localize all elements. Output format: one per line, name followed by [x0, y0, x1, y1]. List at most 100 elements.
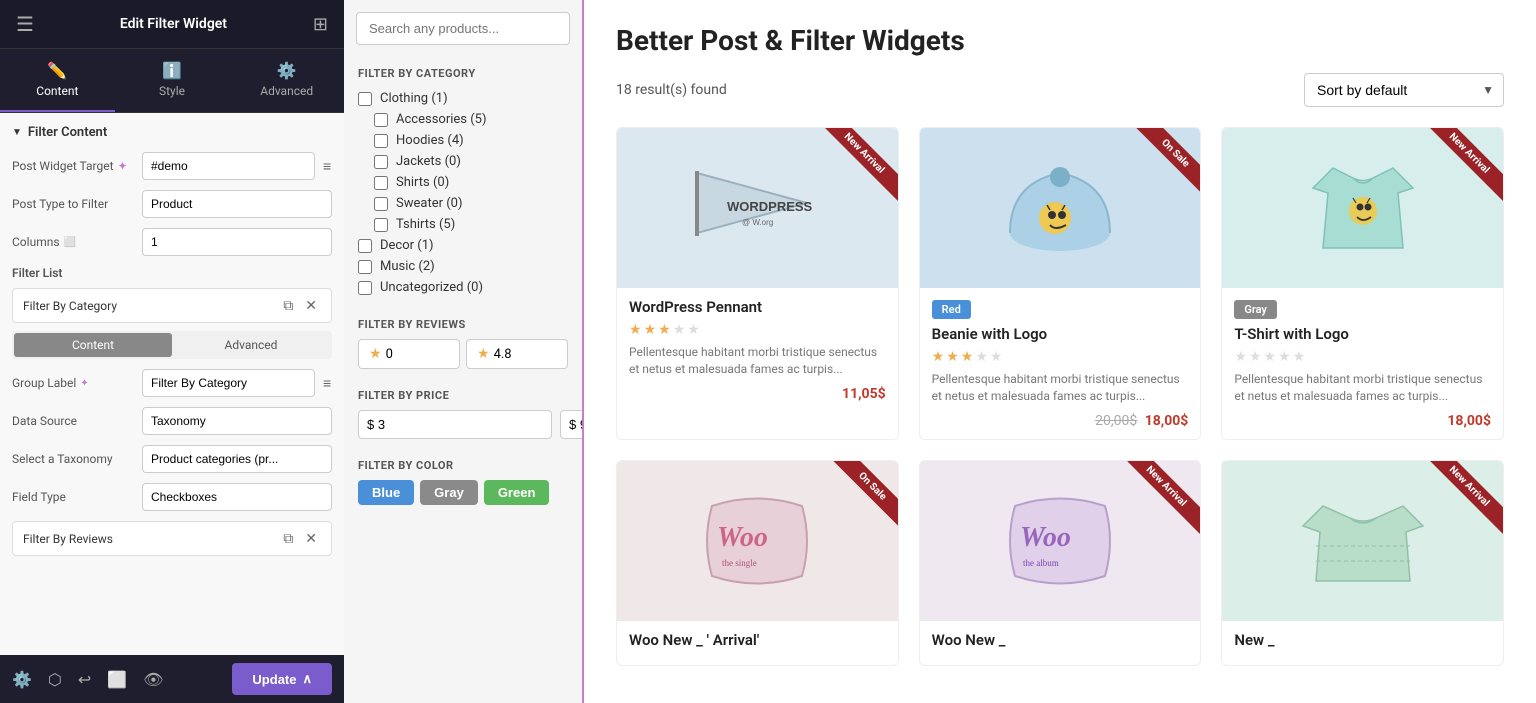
field-type-select[interactable]: Checkboxes	[142, 483, 332, 511]
tab-content[interactable]: ✏️ Content	[0, 49, 115, 112]
post-widget-target-control: ≡	[142, 152, 335, 180]
group-label-input[interactable]	[142, 369, 315, 397]
tab-advanced[interactable]: ⚙️ Advanced	[229, 49, 344, 112]
page-title: Better Post & Filter Widgets	[616, 24, 1504, 57]
product-stars-1: ★ ★ ★ ★ ★	[932, 349, 1189, 365]
sub-tab-content[interactable]: Content	[14, 333, 172, 357]
sort-select-wrapper: Sort by default Sort by price Sort by na…	[1304, 73, 1504, 107]
checkbox-clothing[interactable]	[358, 92, 372, 106]
product-info-5: New _	[1222, 621, 1503, 665]
checkbox-music[interactable]	[358, 260, 372, 274]
filter-sub-tabs: Content Advanced	[12, 331, 332, 359]
category-tshirts[interactable]: Tshirts (5)	[358, 214, 568, 235]
checkbox-shirts[interactable]	[374, 176, 388, 190]
product-info-2: Gray T-Shirt with Logo ★ ★ ★ ★ ★ Pellent…	[1222, 288, 1503, 439]
category-music[interactable]: Music (2)	[358, 256, 568, 277]
category-uncategorized[interactable]: Uncategorized (0)	[358, 277, 568, 298]
post-widget-target-icon-btn[interactable]: ≡	[319, 156, 335, 176]
price-max-input[interactable]	[560, 410, 584, 439]
product-name-0: WordPress Pennant	[629, 298, 886, 316]
product-tag-1: Red	[932, 300, 971, 319]
checkbox-jackets[interactable]	[374, 155, 388, 169]
color-btn-green[interactable]: Green	[484, 480, 550, 505]
checkbox-hoodies[interactable]	[374, 134, 388, 148]
svg-text:the album: the album	[1023, 558, 1059, 568]
checkbox-decor[interactable]	[358, 239, 372, 253]
category-sweater[interactable]: Sweater (0)	[358, 193, 568, 214]
checkbox-accessories[interactable]	[374, 113, 388, 127]
svg-text:WORDPRESS: WORDPRESS	[727, 199, 813, 214]
star-0-3: ★	[673, 322, 686, 338]
product-card-0: WORDPRESS @ W.org New Arrival WordPress …	[616, 127, 899, 440]
category-hoodies[interactable]: Hoodies (4)	[358, 130, 568, 151]
color-btn-blue[interactable]: Blue	[358, 480, 414, 505]
group-label-icon-btn[interactable]: ≡	[319, 373, 335, 393]
review-max-value: 4.8	[494, 347, 512, 362]
preview-icon[interactable]: 👁	[143, 670, 163, 689]
product-price-1: 20,00$ 18,00$	[932, 413, 1189, 429]
delete-reviews-btn[interactable]: ✕	[301, 528, 321, 549]
star-0-4: ★	[687, 322, 700, 338]
search-box	[356, 12, 570, 45]
layers-icon[interactable]: ⬡	[48, 670, 62, 689]
product-desc-0: Pellentesque habitant morbi tristique se…	[629, 344, 886, 378]
price-min-input[interactable]	[358, 410, 552, 439]
checkbox-tshirts[interactable]	[374, 218, 388, 232]
columns-icon: ⬜	[64, 237, 76, 248]
history-icon[interactable]: ↩	[78, 670, 91, 689]
delete-category-btn[interactable]: ✕	[301, 295, 321, 316]
product-card-5: New Arrival New _	[1221, 460, 1504, 666]
columns-label: Columns ⬜	[12, 235, 142, 249]
category-list: Clothing (1) Accessories (5) Hoodies (4)…	[358, 88, 568, 298]
product-image-4: Woo the album New Arrival	[920, 461, 1201, 621]
product-name-5: New _	[1234, 631, 1491, 649]
filter-by-reviews-section: FILTER BY REVIEWS ★ 0 ★ 4.8	[344, 308, 582, 379]
category-jackets[interactable]: Jackets (0)	[358, 151, 568, 172]
panel-header: ☰ Edit Filter Widget ⊞	[0, 0, 344, 49]
category-clothing[interactable]: Clothing (1)	[358, 88, 568, 109]
category-shirts[interactable]: Shirts (0)	[358, 172, 568, 193]
filter-color-title: FILTER BY COLOR	[358, 459, 568, 472]
columns-select[interactable]: 1	[142, 228, 332, 256]
checkbox-uncategorized[interactable]	[358, 281, 372, 295]
group-label-control: ≡	[142, 369, 335, 397]
update-button[interactable]: Update ∧	[232, 663, 332, 695]
filter-price-inputs	[358, 410, 568, 439]
star-2-1: ★	[1249, 349, 1262, 365]
post-widget-target-input[interactable]	[142, 152, 315, 180]
duplicate-reviews-btn[interactable]: ⧉	[279, 528, 297, 549]
select-taxonomy-select[interactable]: Product categories (pr...	[142, 445, 332, 473]
star-2-0: ★	[1234, 349, 1247, 365]
checkbox-sweater[interactable]	[374, 197, 388, 211]
sort-select[interactable]: Sort by default Sort by price Sort by na…	[1304, 73, 1504, 107]
filter-by-price-section: FILTER BY PRICE	[344, 379, 582, 449]
svg-text:the single: the single	[722, 558, 757, 568]
responsive-icon[interactable]: ⬜	[107, 670, 127, 689]
woo2-svg: Woo the album	[995, 486, 1125, 596]
post-widget-target-label: Post Widget Target ✦	[12, 159, 142, 173]
tab-style[interactable]: ℹ️ Style	[115, 49, 230, 112]
update-arrow-icon: ∧	[302, 671, 312, 687]
ribbon-2: New Arrival	[1418, 128, 1503, 204]
product-card-2: New Arrival Gray T-Shirt with Logo ★ ★ ★…	[1221, 127, 1504, 440]
category-accessories[interactable]: Accessories (5)	[358, 109, 568, 130]
filter-item-reviews-actions: ⧉ ✕	[279, 528, 321, 549]
star-icon-min: ★	[369, 346, 382, 362]
search-input[interactable]	[356, 12, 570, 45]
menu-icon[interactable]: ☰	[16, 12, 34, 36]
grid-icon[interactable]: ⊞	[313, 14, 328, 35]
duplicate-category-btn[interactable]: ⧉	[279, 295, 297, 316]
info-icon: ℹ️	[162, 61, 182, 80]
star-1-4: ★	[990, 349, 1003, 365]
sub-tab-advanced[interactable]: Advanced	[172, 333, 330, 357]
settings-icon[interactable]: ⚙️	[12, 670, 32, 689]
pennant-svg: WORDPRESS @ W.org	[687, 153, 827, 263]
post-type-select[interactable]: Product	[142, 190, 332, 218]
filter-content-section[interactable]: ▼ Filter Content	[12, 125, 332, 140]
product-card-3: Woo the single On Sale Woo New _ ' Arriv…	[616, 460, 899, 666]
color-btn-gray[interactable]: Gray	[420, 480, 478, 505]
group-label-label: Group Label ✦	[12, 376, 142, 390]
star-2-3: ★	[1278, 349, 1291, 365]
data-source-select[interactable]: Taxonomy	[142, 407, 332, 435]
category-decor[interactable]: Decor (1)	[358, 235, 568, 256]
